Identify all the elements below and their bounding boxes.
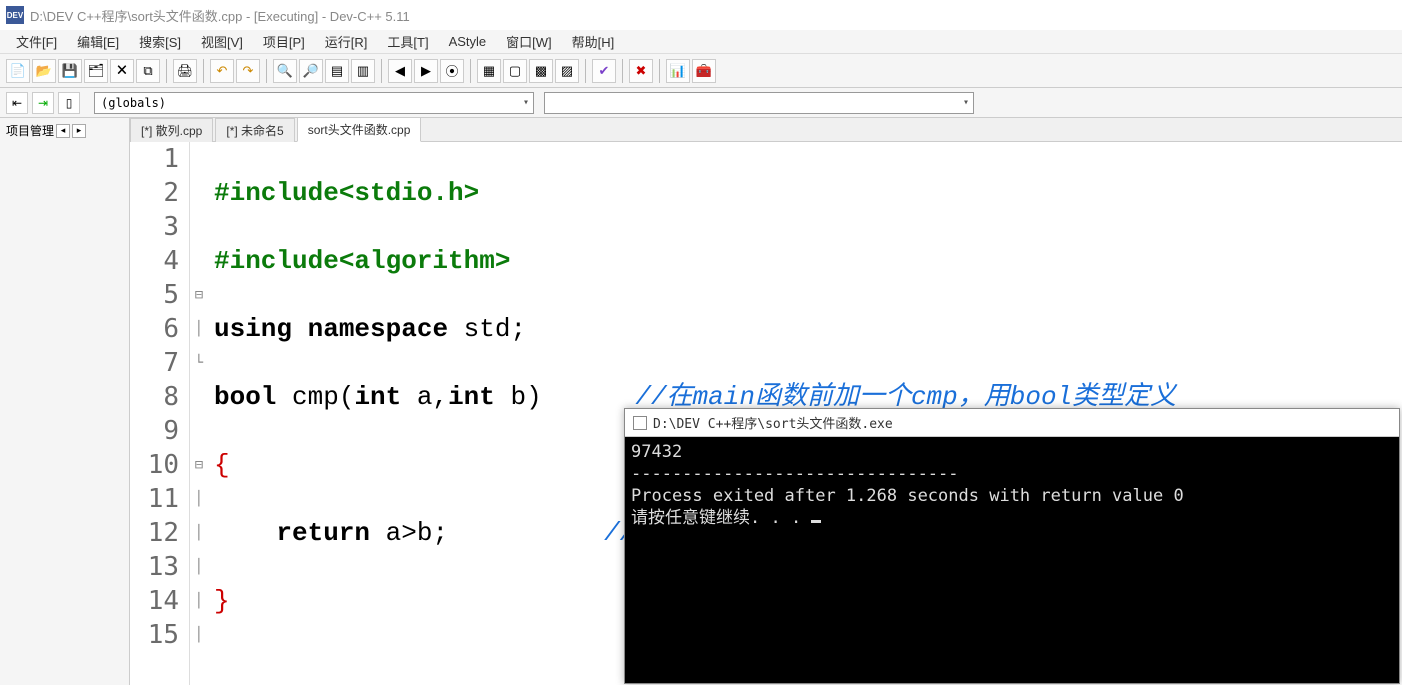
fold-icon[interactable]: ⊟ [190, 278, 208, 312]
tab-file-3-active[interactable]: sort头文件函数.cpp [297, 117, 422, 142]
menu-window[interactable]: 窗口[W] [496, 29, 562, 54]
fold-icon[interactable]: ⊟ [190, 448, 208, 482]
console-titlebar[interactable]: D:\DEV C++程序\sort头文件函数.exe [625, 409, 1399, 437]
tools-icon[interactable]: 🧰 [692, 59, 716, 83]
profile-icon[interactable]: 📊 [666, 59, 690, 83]
close-all-icon[interactable]: ⧉ [136, 59, 160, 83]
compile-icon[interactable]: ▦ [477, 59, 501, 83]
rebuild-icon[interactable]: ▨ [555, 59, 579, 83]
symbols-dropdown[interactable]: ▾ [544, 92, 974, 114]
tab-file-2[interactable]: [*] 未命名5 [215, 118, 294, 142]
bookmark-icon[interactable]: ▤ [325, 59, 349, 83]
sidebar-label: 项目管理 [6, 122, 54, 139]
nav1-icon[interactable]: ⇤ [6, 92, 28, 114]
nav-fwd-icon[interactable]: ▶ [414, 59, 438, 83]
chevron-down-icon: ▾ [523, 97, 529, 108]
run-icon[interactable]: ▢ [503, 59, 527, 83]
cursor-icon [811, 520, 821, 523]
console-icon [633, 416, 647, 430]
globals-value: (globals) [101, 96, 166, 110]
sidebar: 项目管理 ◂ ▸ [0, 118, 130, 685]
menubar: 文件[F] 编辑[E] 搜索[S] 视图[V] 项目[P] 运行[R] 工具[T… [0, 30, 1402, 54]
menu-view[interactable]: 视图[V] [191, 29, 253, 54]
nav2-icon[interactable]: ⇥ [32, 92, 54, 114]
window-titlebar: DEV D:\DEV C++程序\sort头文件函数.cpp - [Execut… [0, 0, 1402, 30]
chevron-down-icon: ▾ [963, 97, 969, 108]
app-icon: DEV [6, 6, 24, 24]
open-icon[interactable]: 📂 [32, 59, 56, 83]
find-icon[interactable]: 🔍 [273, 59, 297, 83]
console-window[interactable]: D:\DEV C++程序\sort头文件函数.exe 97432 -------… [624, 408, 1400, 684]
fold-column: ⊟ │ └ ⊟ │││││ [190, 142, 208, 685]
globals-dropdown[interactable]: (globals) ▾ [94, 92, 534, 114]
new-file-icon[interactable]: 📄 [6, 59, 30, 83]
menu-project[interactable]: 项目[P] [253, 29, 315, 54]
undo-icon[interactable]: ↶ [210, 59, 234, 83]
nav-mark-icon[interactable]: ⦿ [440, 59, 464, 83]
line-gutter: 1 2 3 4 5 6 7 8 9 10 11 12 13 14 15 [130, 142, 190, 685]
toolbar: 📄 📂 💾 🗂 🗙 ⧉ 🖨 ↶ ↷ 🔍 🔎 ▤ ▥ ◀ ▶ ⦿ ▦ ▢ ▩ ▨ … [0, 54, 1402, 88]
menu-edit[interactable]: 编辑[E] [67, 29, 129, 54]
sidebar-prev-icon[interactable]: ◂ [56, 124, 70, 138]
redo-icon[interactable]: ↷ [236, 59, 260, 83]
console-title-text: D:\DEV C++程序\sort头文件函数.exe [653, 413, 893, 432]
menu-file[interactable]: 文件[F] [6, 29, 67, 54]
menu-run[interactable]: 运行[R] [315, 29, 378, 54]
window-title: D:\DEV C++程序\sort头文件函数.cpp - [Executing]… [30, 6, 410, 25]
print-icon[interactable]: 🖨 [173, 59, 197, 83]
nav-back-icon[interactable]: ◀ [388, 59, 412, 83]
save-all-icon[interactable]: 🗂 [84, 59, 108, 83]
replace-icon[interactable]: 🔎 [299, 59, 323, 83]
debug-check-icon[interactable]: ✔ [592, 59, 616, 83]
stop-icon[interactable]: ✖ [629, 59, 653, 83]
menu-search[interactable]: 搜索[S] [129, 29, 191, 54]
goto-icon[interactable]: ▥ [351, 59, 375, 83]
close-icon[interactable]: 🗙 [110, 59, 134, 83]
compile-run-icon[interactable]: ▩ [529, 59, 553, 83]
menu-tools[interactable]: 工具[T] [377, 29, 438, 54]
console-output: 97432 -------------------------------- P… [625, 437, 1399, 533]
sidebar-next-icon[interactable]: ▸ [72, 124, 86, 138]
nav3-icon[interactable]: ▯ [58, 92, 80, 114]
globals-row: ⇤ ⇥ ▯ (globals) ▾ ▾ [0, 88, 1402, 118]
tab-file-1[interactable]: [*] 散列.cpp [130, 118, 213, 142]
editor-tabbar: [*] 散列.cpp [*] 未命名5 sort头文件函数.cpp [130, 118, 1402, 142]
save-icon[interactable]: 💾 [58, 59, 82, 83]
menu-help[interactable]: 帮助[H] [562, 29, 625, 54]
menu-astyle[interactable]: AStyle [439, 31, 497, 52]
